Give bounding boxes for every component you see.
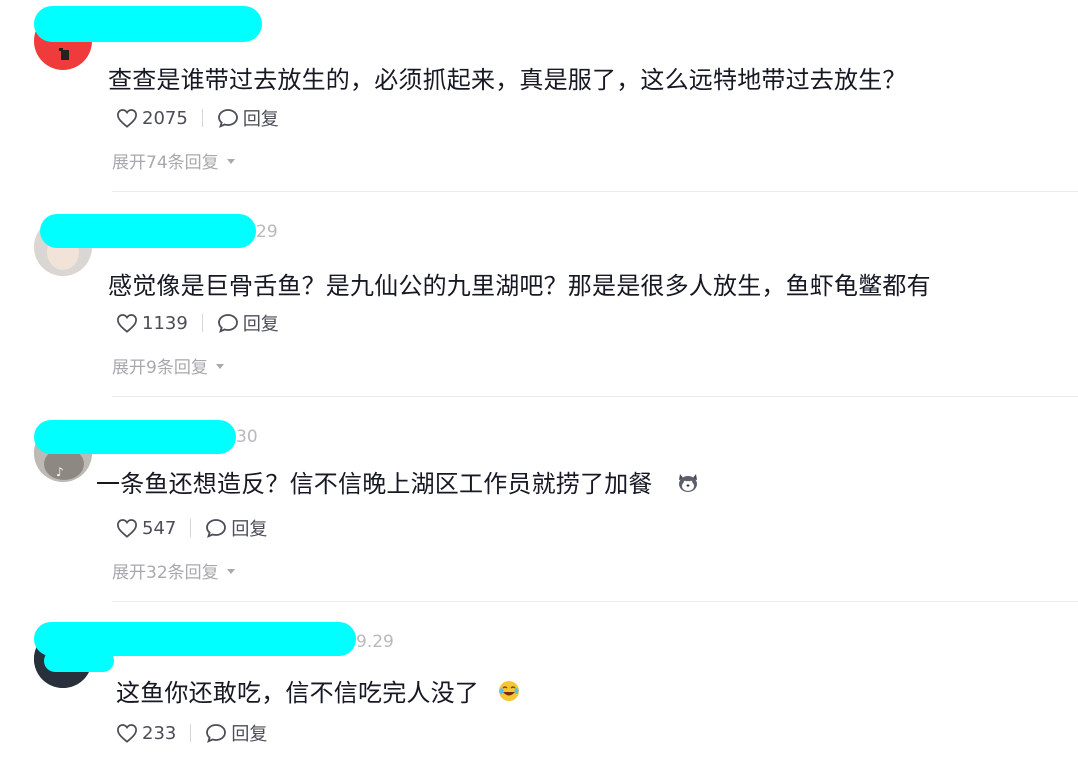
like-count: 1139: [142, 312, 188, 334]
comment-actions: 233 回复: [116, 720, 267, 746]
reply-label: 回复: [242, 314, 279, 335]
comment-divider: [112, 396, 1078, 397]
heart-icon: [117, 109, 137, 128]
expand-replies-button[interactable]: 展开9条回复: [112, 353, 224, 378]
comment-text-content: 一条鱼还想造反？信不信晚上湖区工作员就捞了加餐: [96, 470, 653, 498]
comment-bubble-icon: [206, 724, 227, 743]
reply-button[interactable]: 回复: [217, 310, 279, 336]
comment-text: 查查是谁带过去放生的，必须抓起来，真是服了，这么远特地带过去放生？: [108, 66, 907, 94]
comment-timestamp: 30: [236, 427, 258, 447]
comment-actions: 2075 回复: [116, 105, 279, 131]
username-redaction: [40, 214, 256, 248]
laughing-emoji-icon: [497, 679, 521, 709]
reply-label: 回复: [242, 109, 279, 130]
comment-timestamp: 9.29: [356, 632, 394, 652]
expand-replies-button[interactable]: 展开74条回复: [112, 148, 235, 173]
username-redaction: [44, 650, 114, 672]
heart-icon: [117, 724, 137, 743]
caret-down-icon: [226, 569, 235, 574]
comment-actions: 1139 回复: [116, 310, 279, 336]
comment-actions: 547 回复: [116, 515, 267, 541]
svg-text:♪: ♪: [56, 465, 64, 479]
expand-replies-button[interactable]: 展开32条回复: [112, 558, 235, 583]
reply-button[interactable]: 回复: [205, 720, 267, 746]
divider: [201, 314, 203, 332]
comment-bubble-icon: [217, 109, 238, 128]
expand-replies-label: 展开74条回复: [112, 153, 219, 173]
like-button[interactable]: 1139: [116, 313, 188, 334]
like-button[interactable]: 547: [116, 518, 176, 539]
caret-down-icon: [226, 159, 235, 164]
like-count: 547: [142, 517, 177, 539]
comment-text: 这鱼你还敢吃，信不信吃完人没了: [116, 673, 521, 709]
comment-divider: [112, 601, 1078, 602]
comment-timestamp: 29: [256, 222, 278, 242]
reply-label: 回复: [231, 519, 268, 540]
like-button[interactable]: 233: [116, 723, 176, 744]
divider: [201, 109, 203, 127]
comment-bubble-icon: [206, 519, 227, 538]
username-redaction: [34, 420, 236, 454]
divider: [190, 724, 192, 742]
username-redaction: [34, 6, 262, 42]
heart-icon: [117, 314, 137, 333]
comment-text-content: 这鱼你还敢吃，信不信吃完人没了: [116, 679, 479, 707]
comment-divider: [112, 191, 1078, 192]
like-count: 2075: [142, 107, 188, 129]
like-button[interactable]: 2075: [116, 108, 188, 129]
expand-replies-label: 展开32条回复: [112, 563, 219, 583]
like-count: 233: [142, 722, 177, 744]
reply-button[interactable]: 回复: [205, 515, 267, 541]
reply-button[interactable]: 回复: [217, 105, 279, 131]
husky-emoji-icon: [676, 470, 700, 500]
comment-bubble-icon: [217, 314, 238, 333]
divider: [190, 519, 192, 537]
heart-icon: [117, 519, 137, 538]
caret-down-icon: [215, 364, 224, 369]
comment-text: 感觉像是巨骨舌鱼？是九仙公的九里湖吧？那是是很多人放生，鱼虾龟鳖都有: [108, 272, 931, 300]
expand-replies-label: 展开9条回复: [112, 358, 208, 378]
comment-text: 一条鱼还想造反？信不信晚上湖区工作员就捞了加餐: [96, 464, 700, 500]
reply-label: 回复: [231, 724, 268, 745]
